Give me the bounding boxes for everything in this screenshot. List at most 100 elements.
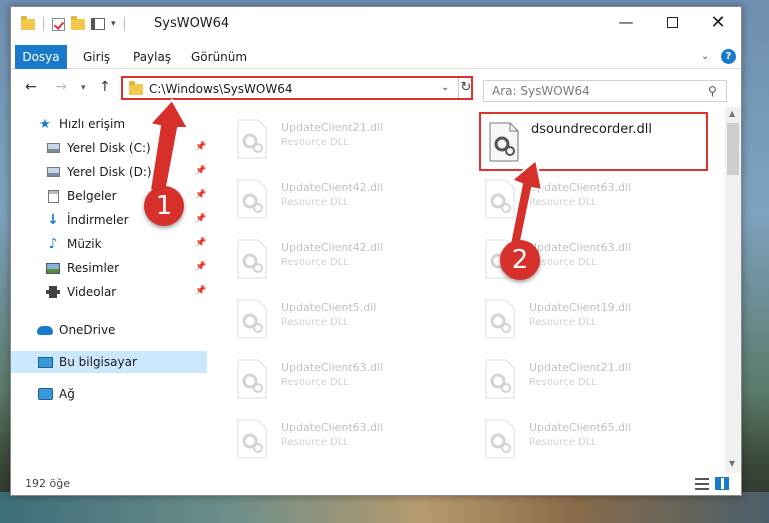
file-item[interactable]: UpdateClient5.dll Resource DLL (217, 295, 447, 345)
dll-file-icon (483, 179, 517, 219)
drive-icon (45, 165, 61, 179)
tab-share[interactable]: Paylaş (123, 45, 181, 69)
sidebar-item-label: Müzik (67, 237, 102, 251)
maximize-button[interactable] (649, 7, 695, 37)
tab-home[interactable]: Giriş (73, 45, 120, 69)
search-box[interactable]: ⚲ (483, 80, 727, 102)
sidebar-item-music[interactable]: ♪ Müzik 📌 (11, 233, 207, 255)
new-folder-icon[interactable] (71, 15, 85, 30)
folder-icon (129, 81, 143, 95)
pin-icon[interactable]: 📌 (195, 286, 206, 296)
file-item[interactable]: UpdateClient63.dll Resource DLL (217, 415, 447, 465)
dll-file-icon (235, 119, 269, 159)
file-type: Resource DLL (529, 377, 597, 388)
dll-file-icon (483, 419, 517, 459)
address-dropdown-chevron-icon[interactable]: ⌄ (441, 82, 449, 93)
file-item[interactable]: UpdateClient63.dll Resource DLL (465, 175, 695, 225)
file-type: Resource DLL (281, 437, 349, 448)
large-icons-view-icon[interactable] (715, 477, 729, 490)
sidebar-item-pictures[interactable]: Resimler 📌 (11, 257, 207, 279)
file-item[interactable]: UpdateClient21.dll Resource DLL (465, 355, 695, 405)
sidebar-item-label: Yerel Disk (C:) (67, 141, 151, 155)
pin-icon[interactable]: 📌 (195, 238, 206, 248)
sidebar-item-onedrive[interactable]: OneDrive (11, 319, 207, 341)
network-icon (37, 387, 53, 401)
address-bar[interactable]: C:\Windows\SysWOW64 ⌄ ↻ (121, 76, 473, 100)
scroll-up-icon[interactable]: ▲ (729, 109, 735, 118)
file-type: Resource DLL (529, 317, 597, 328)
file-name: UpdateClient63.dll (529, 241, 632, 254)
pin-icon[interactable]: 📌 (195, 190, 206, 200)
file-name: UpdateClient63.dll (281, 421, 384, 434)
file-type: Resource DLL (529, 197, 597, 208)
refresh-icon[interactable]: ↻ (458, 78, 473, 98)
sidebar-item-label: Ağ (59, 387, 75, 401)
file-name: UpdateClient21.dll (529, 361, 632, 374)
minimize-button[interactable]: — (603, 7, 649, 37)
search-icon[interactable]: ⚲ (708, 84, 717, 98)
file-item[interactable]: UpdateClient21.dll Resource DLL (217, 115, 447, 165)
sidebar-item-local-disk-c[interactable]: Yerel Disk (C:) 📌 (11, 137, 207, 159)
documents-icon (45, 189, 61, 203)
ribbon-tabs: Dosya Giriş Paylaş Görünüm ⌄ ? (11, 45, 741, 69)
forward-arrow-icon[interactable]: → (55, 79, 67, 95)
dll-file-icon (487, 122, 521, 162)
tab-view[interactable]: Görünüm (181, 45, 257, 69)
file-item[interactable]: UpdateClient42.dll Resource DLL (217, 175, 447, 225)
tab-file[interactable]: Dosya (15, 45, 67, 69)
back-arrow-icon[interactable]: ← (25, 79, 37, 95)
dll-file-icon (483, 359, 517, 399)
search-input[interactable] (484, 81, 704, 101)
pin-icon[interactable]: 📌 (195, 214, 206, 224)
file-name: UpdateClient65.dll (529, 421, 632, 434)
address-path[interactable]: C:\Windows\SysWOW64 (149, 82, 293, 96)
cloud-icon (37, 323, 53, 337)
vertical-scrollbar[interactable]: ▲ ▼ (725, 107, 741, 473)
sidebar-item-network[interactable]: Ağ (11, 383, 207, 405)
sidebar-item-local-disk-d[interactable]: Yerel Disk (D:) 📌 (11, 161, 207, 183)
customize-toolbar-chevron-icon[interactable]: ▾ (111, 19, 116, 29)
close-button[interactable]: ✕ (695, 7, 741, 37)
sidebar-item-label: Bu bilgisayar (59, 355, 137, 369)
file-explorer-window: ▾ SysWOW64 — ✕ Dosya Giriş Paylaş Görünü… (10, 6, 742, 496)
toolbar-divider (123, 17, 125, 31)
file-item-highlighted[interactable]: dsoundrecorder.dll (479, 112, 708, 171)
star-icon: ★ (39, 116, 51, 132)
pictures-icon (45, 261, 61, 275)
step-1-badge: 1 (144, 186, 184, 226)
pin-icon[interactable]: 📌 (195, 262, 206, 272)
sidebar-item-label: İndirmeler (67, 213, 129, 227)
sidebar-item-quick-access[interactable]: ★ Hızlı erişim (11, 113, 207, 135)
pin-icon[interactable]: 📌 (195, 142, 206, 152)
file-item[interactable]: UpdateClient19.dll Resource DLL (465, 295, 695, 345)
file-name: UpdateClient19.dll (529, 301, 632, 314)
file-type: Resource DLL (281, 197, 349, 208)
file-name: UpdateClient42.dll (281, 181, 384, 194)
file-item[interactable]: UpdateClient65.dll Resource DLL (465, 415, 695, 465)
properties-icon[interactable] (91, 18, 105, 30)
details-view-icon[interactable] (695, 478, 709, 490)
dll-file-icon (235, 299, 269, 339)
folder-icon[interactable] (21, 15, 35, 30)
navigation-bar: ← → ▾ ↑ C:\Windows\SysWOW64 ⌄ ↻ ⚲ (11, 71, 741, 103)
recent-locations-chevron-icon[interactable]: ▾ (81, 83, 86, 93)
file-name: UpdateClient5.dll (281, 301, 377, 314)
up-arrow-icon[interactable]: ↑ (99, 79, 111, 95)
file-item[interactable]: UpdateClient63.dll Resource DLL (217, 355, 447, 405)
sidebar-item-label: Belgeler (67, 189, 117, 203)
help-icon[interactable]: ? (721, 49, 736, 64)
expand-ribbon-chevron-icon[interactable]: ⌄ (701, 51, 709, 62)
file-type: Resource DLL (281, 317, 349, 328)
file-item[interactable]: UpdateClient42.dll Resource DLL (217, 235, 447, 285)
drive-icon (45, 141, 61, 155)
scrollbar-thumb[interactable] (727, 123, 739, 175)
scroll-down-icon[interactable]: ▼ (729, 459, 735, 468)
pin-icon[interactable]: 📌 (195, 166, 206, 176)
file-name: UpdateClient63.dll (281, 361, 384, 374)
minimize-icon: — (618, 13, 634, 31)
file-name: UpdateClient63.dll (529, 181, 632, 194)
sidebar-item-this-pc[interactable]: Bu bilgisayar (11, 351, 207, 373)
properties-check-icon[interactable] (52, 17, 65, 31)
sidebar-item-videos[interactable]: Videolar 📌 (11, 281, 207, 303)
desktop-wallpaper (0, 492, 769, 523)
